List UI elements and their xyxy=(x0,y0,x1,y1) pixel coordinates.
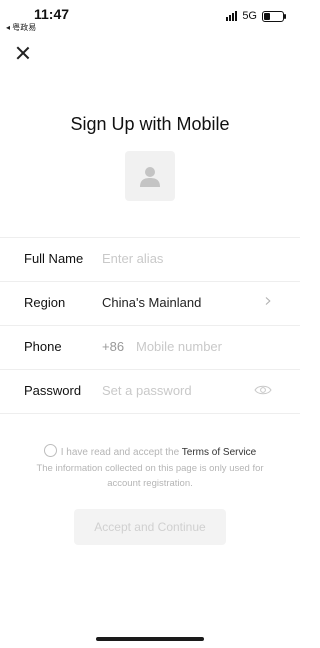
terms-info-text: The information collected on this page i… xyxy=(36,463,264,489)
battery-icon xyxy=(262,10,286,22)
signup-form: Full Name Enter alias Region China's Mai… xyxy=(0,237,300,414)
phone-row[interactable]: Phone +86 Mobile number xyxy=(0,326,300,370)
close-icon[interactable] xyxy=(14,44,32,62)
phone-input[interactable]: Mobile number xyxy=(136,339,222,354)
full-name-row[interactable]: Full Name Enter alias xyxy=(0,237,300,282)
full-name-input[interactable]: Enter alias xyxy=(102,251,163,266)
terms-agreement: I have read and accept the Terms of Serv… xyxy=(18,444,282,461)
person-icon xyxy=(140,167,160,187)
avatar-upload[interactable] xyxy=(125,151,175,201)
terms-checkbox[interactable] xyxy=(43,444,57,457)
status-icons: 5G xyxy=(226,10,286,22)
network-type: 5G xyxy=(242,10,257,22)
full-name-label: Full Name xyxy=(24,251,84,266)
back-to-app-label[interactable]: ◂ 粤政易 xyxy=(6,22,36,33)
signal-icon xyxy=(226,11,238,21)
password-label: Password xyxy=(24,383,82,398)
password-input[interactable]: Set a password xyxy=(102,383,192,398)
country-code[interactable]: +86 xyxy=(102,339,124,354)
accept-continue-button[interactable]: Accept and Continue xyxy=(74,509,226,545)
status-bar: 11:47 ◂ 粤政易 5G xyxy=(0,0,300,34)
password-row[interactable]: Password Set a password xyxy=(0,370,300,414)
region-row[interactable]: Region China's Mainland xyxy=(0,282,300,326)
status-time: 11:47 xyxy=(34,6,70,22)
chevron-right-icon xyxy=(265,297,271,305)
terms-prefix: I have read and accept the xyxy=(60,447,180,458)
region-label: Region xyxy=(24,295,66,310)
page-title: Sign Up with Mobile xyxy=(70,114,230,134)
phone-label: Phone xyxy=(24,339,62,354)
home-indicator xyxy=(96,637,204,641)
terms-of-service-link[interactable]: Terms of Service xyxy=(182,447,256,458)
region-value[interactable]: China's Mainland xyxy=(102,295,201,310)
eye-icon[interactable] xyxy=(254,384,272,396)
